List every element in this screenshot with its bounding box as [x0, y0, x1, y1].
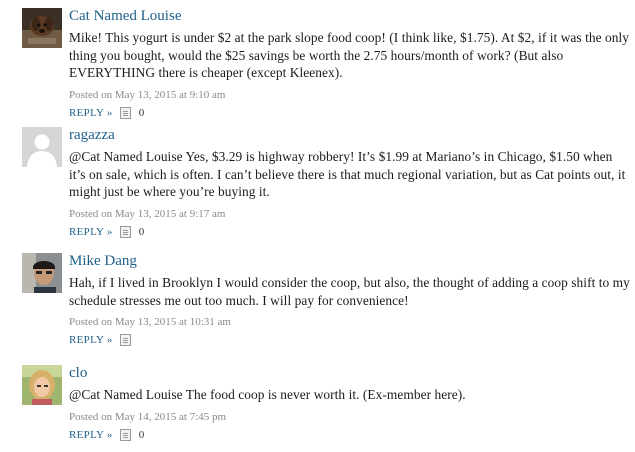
like-icon[interactable]: [119, 334, 131, 347]
comment-timestamp[interactable]: Posted on May 13, 2015 at 10:31 am: [69, 315, 631, 329]
default-person-avatar-icon: [22, 127, 62, 167]
like-icon[interactable]: [119, 428, 131, 441]
comment-text: Mike! This yogurt is under $2 at the par…: [69, 30, 629, 81]
like-count: 0: [138, 225, 145, 238]
comment-author[interactable]: Cat Named Louise: [69, 7, 631, 25]
like-count: 0: [138, 428, 145, 441]
comment-timestamp[interactable]: Posted on May 14, 2015 at 7:45 pm: [69, 410, 631, 424]
like-icon[interactable]: [119, 106, 131, 119]
man-photo-avatar-icon: [22, 253, 62, 293]
comment-thread: Cat Named Louise Mike! This yogurt is un…: [0, 0, 635, 452]
comment-author[interactable]: clo: [69, 364, 631, 382]
reply-button[interactable]: REPLY »: [69, 428, 113, 442]
avatar[interactable]: [22, 127, 62, 167]
avatar[interactable]: [22, 365, 62, 405]
comment-timestamp[interactable]: Posted on May 13, 2015 at 9:10 am: [69, 88, 631, 102]
comment-text: Hah, if I lived in Brooklyn I would cons…: [69, 275, 630, 308]
avatar[interactable]: [22, 8, 62, 48]
comment-actions: REPLY » 0: [69, 428, 631, 442]
reply-button[interactable]: REPLY »: [69, 333, 113, 347]
avatar[interactable]: [22, 253, 62, 293]
reply-button[interactable]: REPLY »: [69, 106, 113, 120]
comment-text: @Cat Named Louise Yes, $3.29 is highway …: [69, 149, 626, 200]
comment-actions: REPLY »: [69, 333, 631, 347]
reply-button[interactable]: REPLY »: [69, 225, 113, 239]
comment-timestamp[interactable]: Posted on May 13, 2015 at 9:17 am: [69, 207, 631, 221]
comment-author[interactable]: Mike Dang: [69, 252, 631, 270]
comment-text: @Cat Named Louise The food coop is never…: [69, 387, 466, 402]
comment-author[interactable]: ragazza: [69, 126, 631, 144]
comment-actions: REPLY » 0: [69, 106, 631, 120]
like-icon[interactable]: [119, 225, 131, 238]
like-count: 0: [138, 106, 145, 119]
comment-actions: REPLY » 0: [69, 225, 631, 239]
dog-photo-avatar-icon: [22, 8, 62, 48]
woman-photo-avatar-icon: [22, 365, 62, 405]
